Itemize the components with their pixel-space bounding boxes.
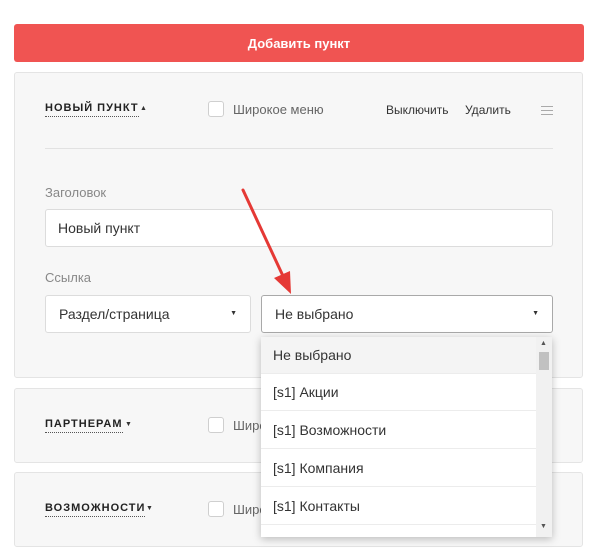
annotation-arrow-icon	[241, 188, 291, 294]
